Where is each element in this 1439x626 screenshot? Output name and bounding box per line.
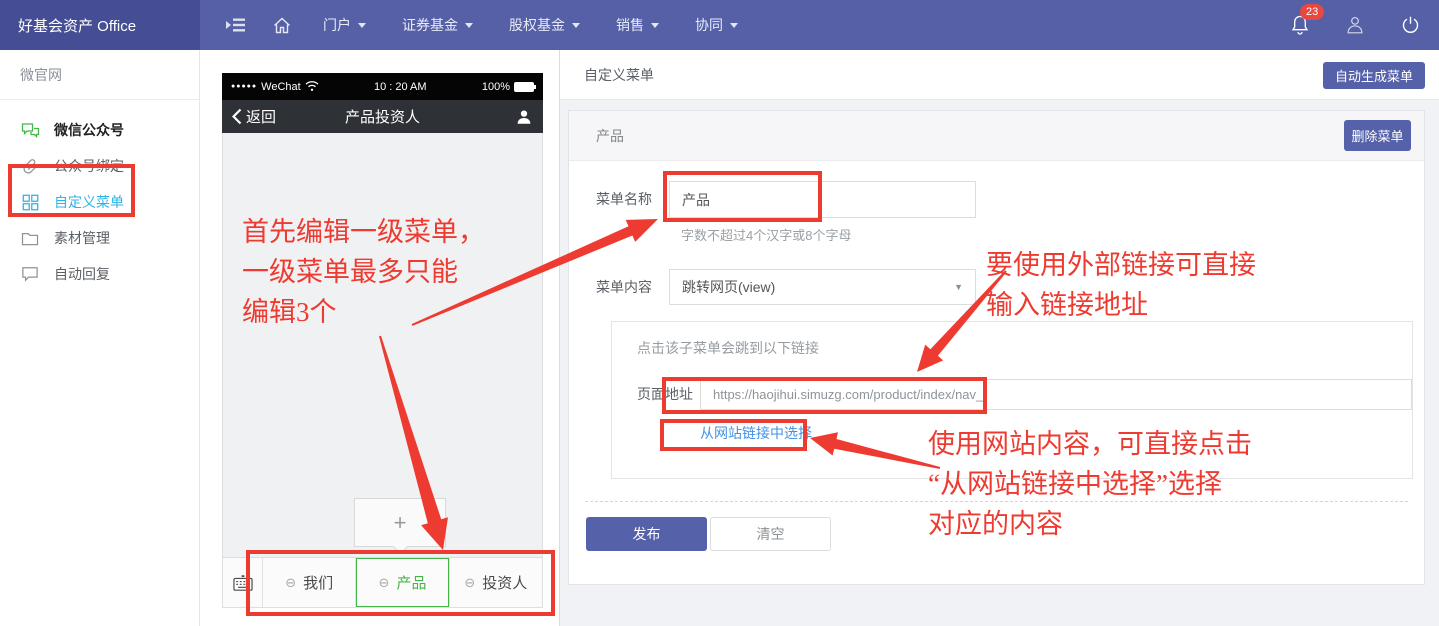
chevron-down-icon xyxy=(572,23,580,28)
logout-button[interactable] xyxy=(1400,15,1421,36)
plus-icon: + xyxy=(394,510,407,536)
sidebar-item-wechat-account[interactable]: 微信公众号 xyxy=(0,112,199,148)
content-header: 自定义菜单 自动生成菜单 xyxy=(560,50,1439,100)
sidebar: 微官网 微信公众号 公众号绑定 自定义菜单 素材管理 xyxy=(0,50,200,626)
home-icon[interactable] xyxy=(259,17,305,34)
carrier-label: WeChat xyxy=(261,81,301,93)
top-navbar: 好基会资产 Office 门户 证券基金 股权基金 销售 协同 xyxy=(0,0,1439,50)
battery-label: 100% xyxy=(482,81,510,93)
folder-icon xyxy=(20,228,40,248)
circle-minus-icon: ⊖ xyxy=(464,575,475,591)
signal-dots-icon: ●●●●● xyxy=(231,83,257,90)
battery-icon xyxy=(514,82,534,92)
main-menu: 门户 证券基金 股权基金 销售 协同 xyxy=(200,0,1290,50)
power-icon xyxy=(1400,15,1421,36)
wechat-chat-icon xyxy=(20,120,40,140)
nav-item-portal[interactable]: 门户 xyxy=(305,15,384,35)
menu-content-select[interactable]: 跳转网页(view) ▼ xyxy=(669,269,976,305)
sidebar-toggle-icon[interactable] xyxy=(212,17,259,33)
phone-status-bar: ●●●●● WeChat 10 : 20 AM 100% xyxy=(222,73,543,100)
sidebar-item-material-management[interactable]: 素材管理 xyxy=(0,220,199,256)
select-caret-icon: ▼ xyxy=(954,282,963,292)
sidebar-item-account-binding[interactable]: 公众号绑定 xyxy=(0,148,199,184)
panel-header: 产品 删除菜单 xyxy=(569,111,1424,161)
person-icon xyxy=(515,108,533,126)
phone-menu-item-chanpin[interactable]: ⊖ 产品 xyxy=(356,558,449,607)
link-settings-box: 点击该子菜单会跳到以下链接 页面地址 从网站链接中选择 xyxy=(611,321,1413,479)
profile-button[interactable] xyxy=(515,108,533,126)
publish-button[interactable]: 发布 xyxy=(586,517,707,551)
sidebar-item-auto-reply[interactable]: 自动回复 xyxy=(0,256,199,292)
add-menu-popup[interactable]: + xyxy=(354,498,446,547)
page-title: 自定义菜单 xyxy=(584,65,654,85)
menu-name-label: 菜单名称 xyxy=(596,181,652,218)
brand-title: 好基会资产 Office xyxy=(0,0,200,50)
nav-item-sales[interactable]: 销售 xyxy=(598,15,677,35)
page-url-input[interactable] xyxy=(700,379,1412,410)
circle-minus-icon: ⊖ xyxy=(379,575,390,591)
phone-preview-area: ●●●●● WeChat 10 : 20 AM 100% 返回 产品投资人 xyxy=(200,50,560,626)
paperclip-icon xyxy=(20,156,40,176)
notification-badge: 23 xyxy=(1300,4,1324,20)
separator xyxy=(585,501,1408,502)
wifi-icon xyxy=(305,81,319,92)
reply-bubble-icon xyxy=(20,264,40,284)
phone-menu-bar: ⊖ 我们 ⊖ 产品 ⊖ 投资人 xyxy=(223,557,542,607)
circle-minus-icon: ⊖ xyxy=(285,575,296,591)
pick-from-site-links[interactable]: 从网站链接中选择 xyxy=(700,423,812,443)
clear-button[interactable]: 清空 xyxy=(710,517,831,551)
delete-menu-button[interactable]: 删除菜单 xyxy=(1344,120,1411,151)
phone-mockup: ●●●●● WeChat 10 : 20 AM 100% 返回 产品投资人 xyxy=(222,73,543,608)
sidebar-title: 微官网 xyxy=(0,50,199,100)
link-box-title: 点击该子菜单会跳到以下链接 xyxy=(637,338,819,358)
phone-menu-item-touziren[interactable]: ⊖ 投资人 xyxy=(450,558,542,607)
keyboard-icon xyxy=(232,573,254,592)
navbar-right: 23 xyxy=(1290,0,1439,50)
sidebar-item-custom-menu[interactable]: 自定义菜单 xyxy=(0,184,199,220)
nav-item-collaboration[interactable]: 协同 xyxy=(677,15,756,35)
auto-generate-menu-button[interactable]: 自动生成菜单 xyxy=(1323,62,1425,89)
back-button[interactable]: 返回 xyxy=(232,106,276,127)
menu-content-label: 菜单内容 xyxy=(596,269,652,305)
notifications-button[interactable]: 23 xyxy=(1290,14,1310,36)
grid-icon xyxy=(20,192,40,212)
phone-menu-item-women[interactable]: ⊖ 我们 xyxy=(263,558,356,607)
nav-item-equity-fund[interactable]: 股权基金 xyxy=(491,15,598,35)
menu-edit-panel: 产品 删除菜单 菜单名称 字数不超过4个汉字或8个字母 菜单内容 跳转网页(vi… xyxy=(568,110,1425,585)
keyboard-toggle[interactable] xyxy=(223,558,263,607)
nav-item-securities-fund[interactable]: 证券基金 xyxy=(384,15,491,35)
chevron-down-icon xyxy=(358,23,366,28)
user-button[interactable] xyxy=(1344,14,1366,36)
chevron-down-icon xyxy=(730,23,738,28)
chevron-left-icon xyxy=(232,108,242,125)
phone-nav-bar: 返回 产品投资人 xyxy=(222,100,543,133)
phone-body: + ⊖ 我们 ⊖ 产品 ⊖ 投资人 xyxy=(222,133,543,608)
menu-name-input[interactable] xyxy=(669,181,976,218)
page-url-label: 页面地址 xyxy=(637,379,693,410)
user-icon xyxy=(1344,14,1366,36)
chevron-down-icon xyxy=(465,23,473,28)
clock-label: 10 : 20 AM xyxy=(374,81,427,93)
panel-title: 产品 xyxy=(596,126,624,146)
page: 好基会资产 Office 门户 证券基金 股权基金 销售 协同 xyxy=(0,0,1439,626)
chevron-down-icon xyxy=(651,23,659,28)
main-content: 自定义菜单 自动生成菜单 产品 删除菜单 菜单名称 字数不超过4个汉字或8个字母… xyxy=(560,50,1439,626)
menu-name-hint: 字数不超过4个汉字或8个字母 xyxy=(681,225,851,244)
